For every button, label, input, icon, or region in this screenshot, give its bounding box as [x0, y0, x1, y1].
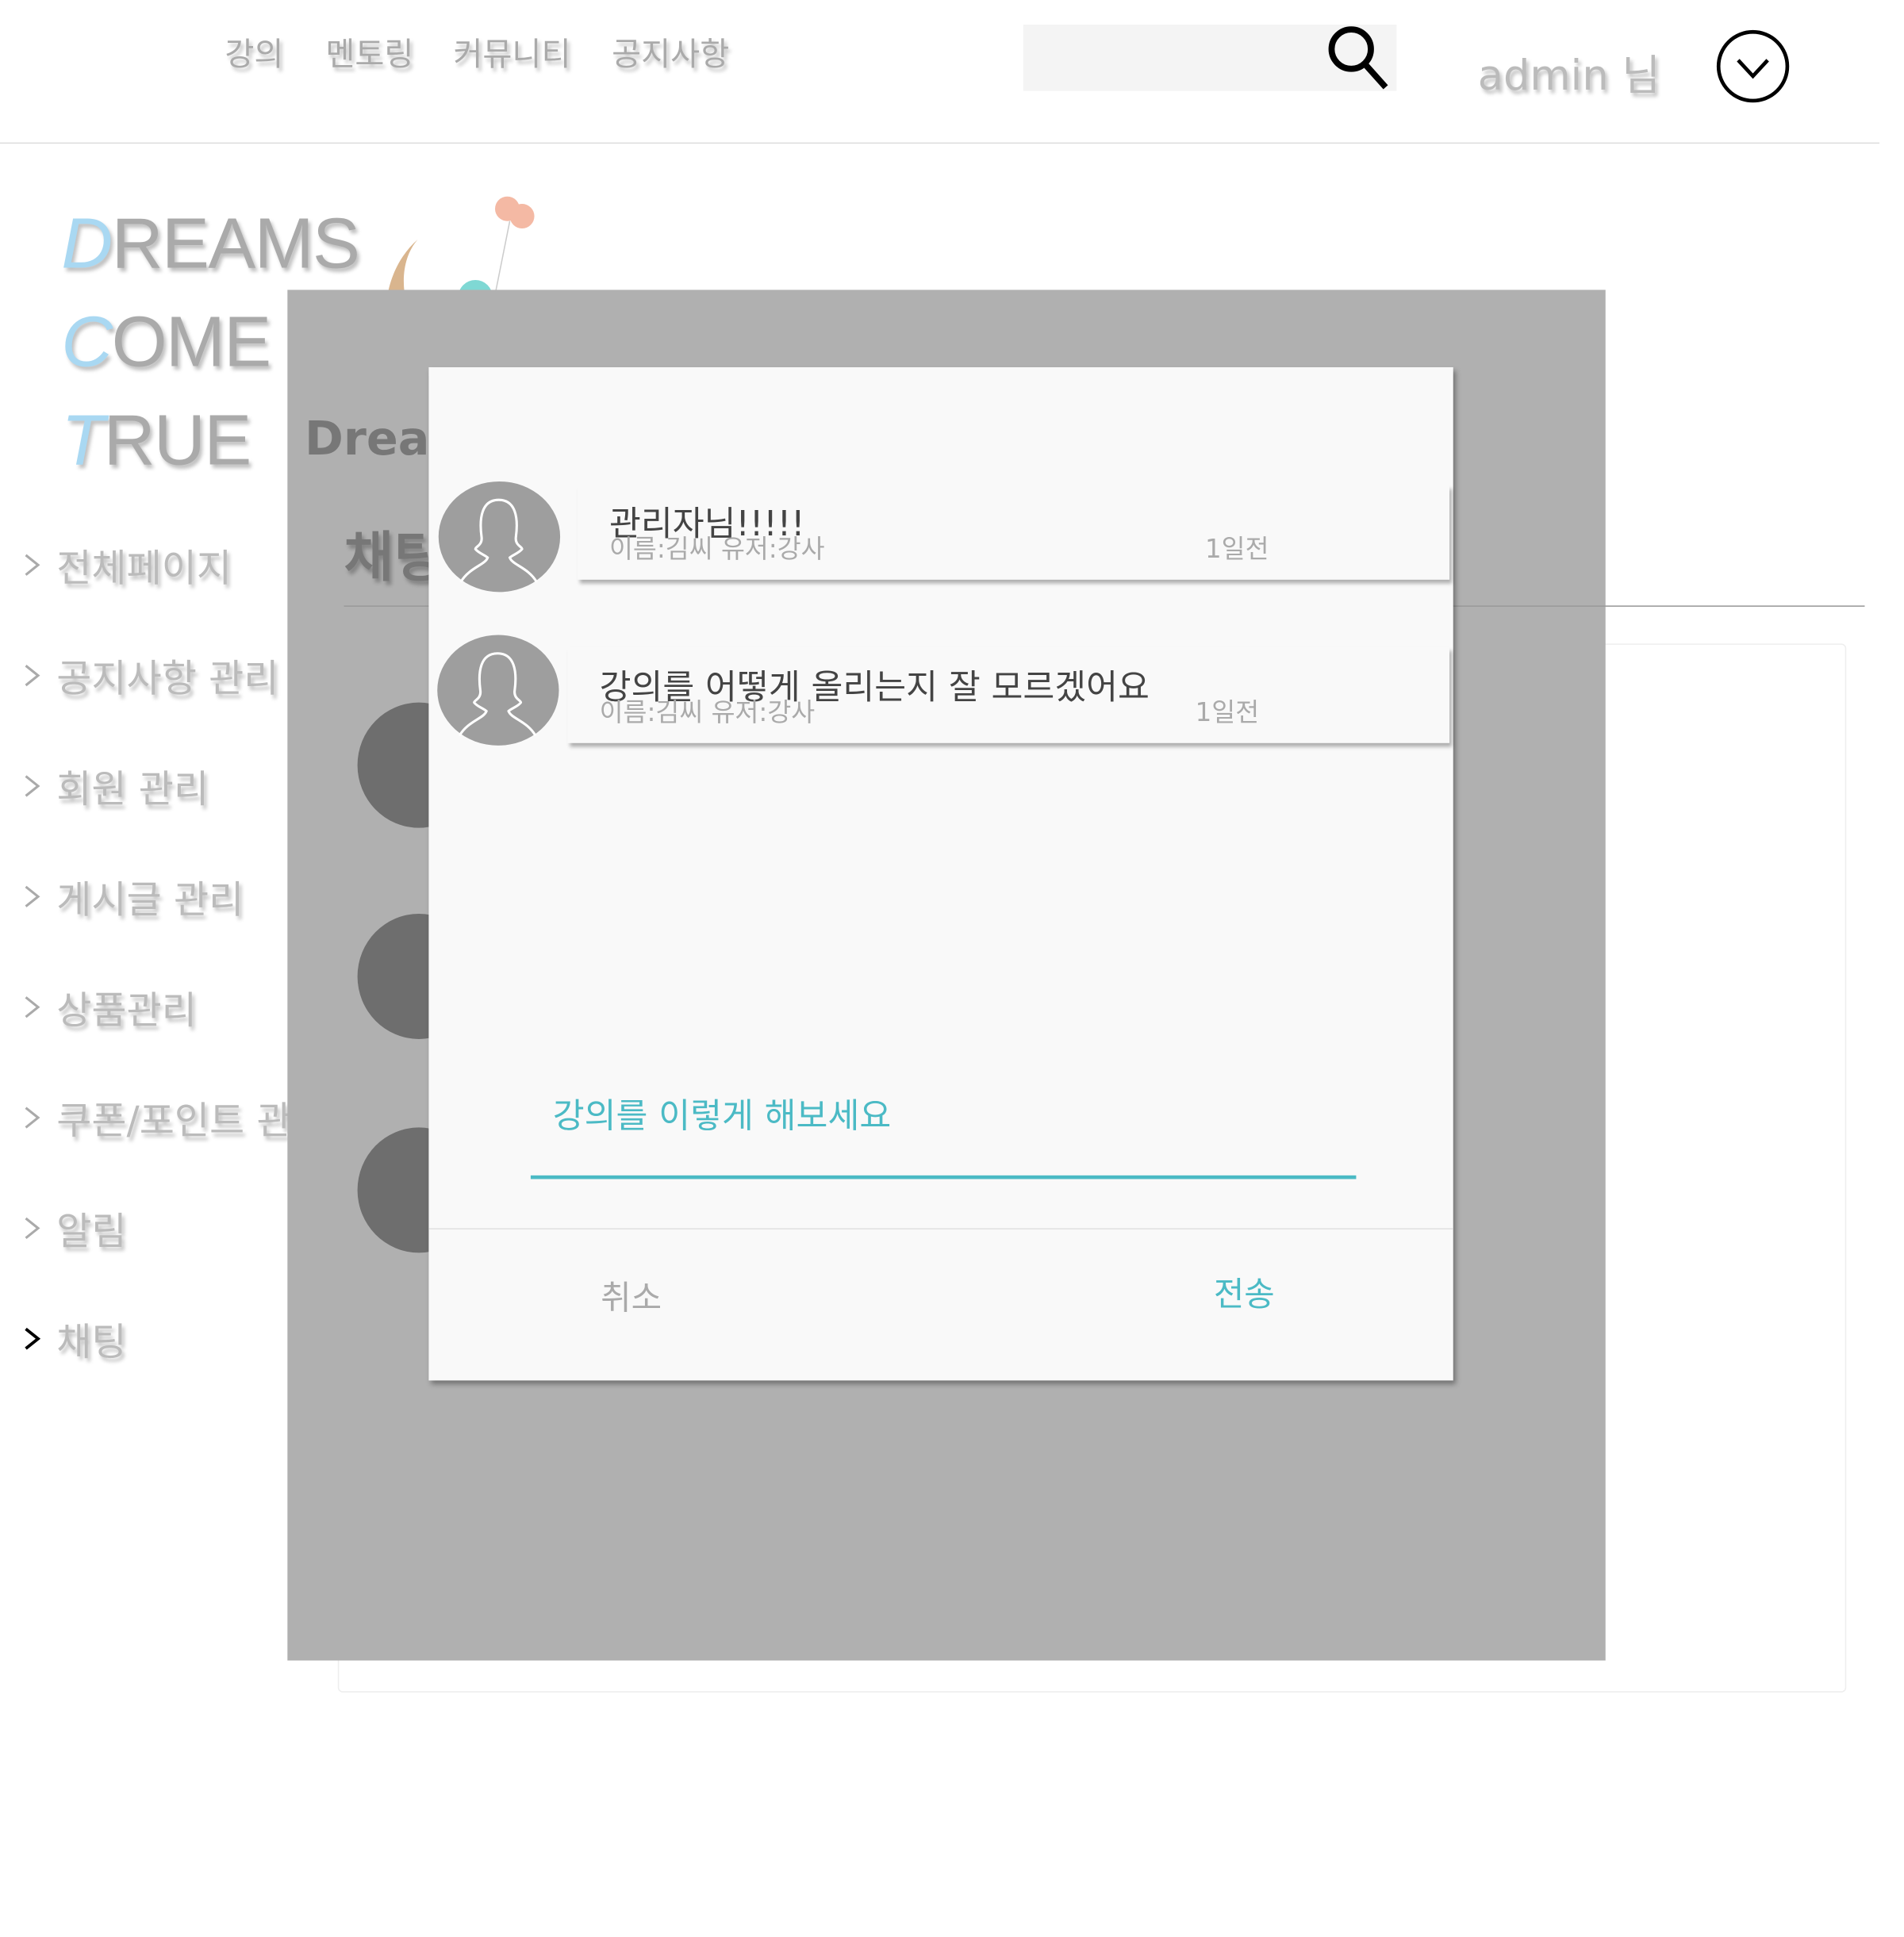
chevron-right-icon	[25, 1106, 40, 1128]
message-time: 1일전	[1195, 697, 1260, 727]
reply-input[interactable]: 강의를 이렇게 해보세요	[553, 1089, 891, 1138]
chevron-right-icon	[25, 1327, 41, 1349]
search-icon[interactable]	[1322, 22, 1393, 91]
sidebar-item-label: 전체페이지	[56, 547, 232, 591]
message-meta: 이름:김씨 유저:강사	[599, 697, 816, 727]
sidebar-item-member-management[interactable]: 회원 관리	[22, 758, 209, 813]
modal-divider	[428, 1228, 1453, 1229]
sidebar-item-notice-management[interactable]: 공지사항 관리	[22, 647, 279, 703]
chevron-right-icon	[25, 774, 40, 796]
avatar	[437, 635, 559, 746]
logo-line-come: COME	[61, 301, 271, 382]
avatar	[438, 481, 561, 593]
sidebar-item-label: 쿠폰/포인트 관리	[56, 1099, 327, 1144]
sidebar-item-coupon-point-management[interactable]: 쿠폰/포인트 관리	[22, 1089, 327, 1145]
message-meta: 이름:김씨 유저:강사	[609, 534, 825, 564]
nav-lectures[interactable]: 강의	[225, 29, 283, 75]
nav-mentoring[interactable]: 멘토링	[325, 29, 413, 75]
header-divider	[0, 142, 1880, 144]
message-card[interactable]: 관리자님!!!!! 이름:김씨 유저:강사 1일전	[577, 485, 1450, 580]
sidebar-item-label: 상품관리	[56, 988, 197, 1034]
message-time: 1일전	[1204, 534, 1269, 564]
chevron-down-circle-icon[interactable]	[1715, 29, 1791, 105]
logo-line-true: TRUE	[61, 400, 251, 481]
send-button[interactable]: 전송	[1214, 1268, 1275, 1315]
sidebar-item-notifications[interactable]: 알림	[22, 1200, 127, 1256]
cancel-button[interactable]: 취소	[601, 1272, 662, 1319]
message-card[interactable]: 강의를 어떻게 올리는지 잘 모르겠어요 이름:김씨 유저:강사 1일전	[567, 647, 1450, 743]
chevron-right-icon	[25, 553, 40, 576]
sidebar-item-label: 공지사항 관리	[56, 657, 279, 702]
sidebar-item-label: 채팅	[56, 1320, 127, 1365]
sidebar-item-product-management[interactable]: 상품관리	[22, 979, 197, 1034]
logo-line-dreams: DREAMS	[61, 204, 360, 284]
sidebar-item-label: 알림	[56, 1210, 127, 1254]
reply-input-underline	[530, 1175, 1357, 1179]
sidebar-item-post-management[interactable]: 게시글 관리	[22, 869, 244, 924]
user-silhouette-icon	[458, 652, 537, 737]
chevron-right-icon	[25, 664, 40, 686]
nav-notice[interactable]: 공지사항	[612, 29, 729, 75]
chevron-right-icon	[25, 995, 40, 1018]
sidebar-item-label: 회원 관리	[56, 767, 209, 812]
user-name: admin 님	[1477, 52, 1660, 101]
sidebar-item-label: 게시글 관리	[56, 878, 244, 922]
chevron-right-icon	[25, 884, 40, 907]
chevron-right-icon	[25, 1217, 40, 1239]
nav-community[interactable]: 커뮤니티	[453, 29, 570, 75]
sidebar-item-all-pages[interactable]: 전체페이지	[22, 537, 232, 593]
chat-modal: 관리자님!!!!! 이름:김씨 유저:강사 1일전 강의를 어떻게 올리는지 잘…	[428, 366, 1453, 1381]
sidebar-item-chat[interactable]: 채팅	[22, 1310, 127, 1366]
user-silhouette-icon	[459, 498, 538, 583]
